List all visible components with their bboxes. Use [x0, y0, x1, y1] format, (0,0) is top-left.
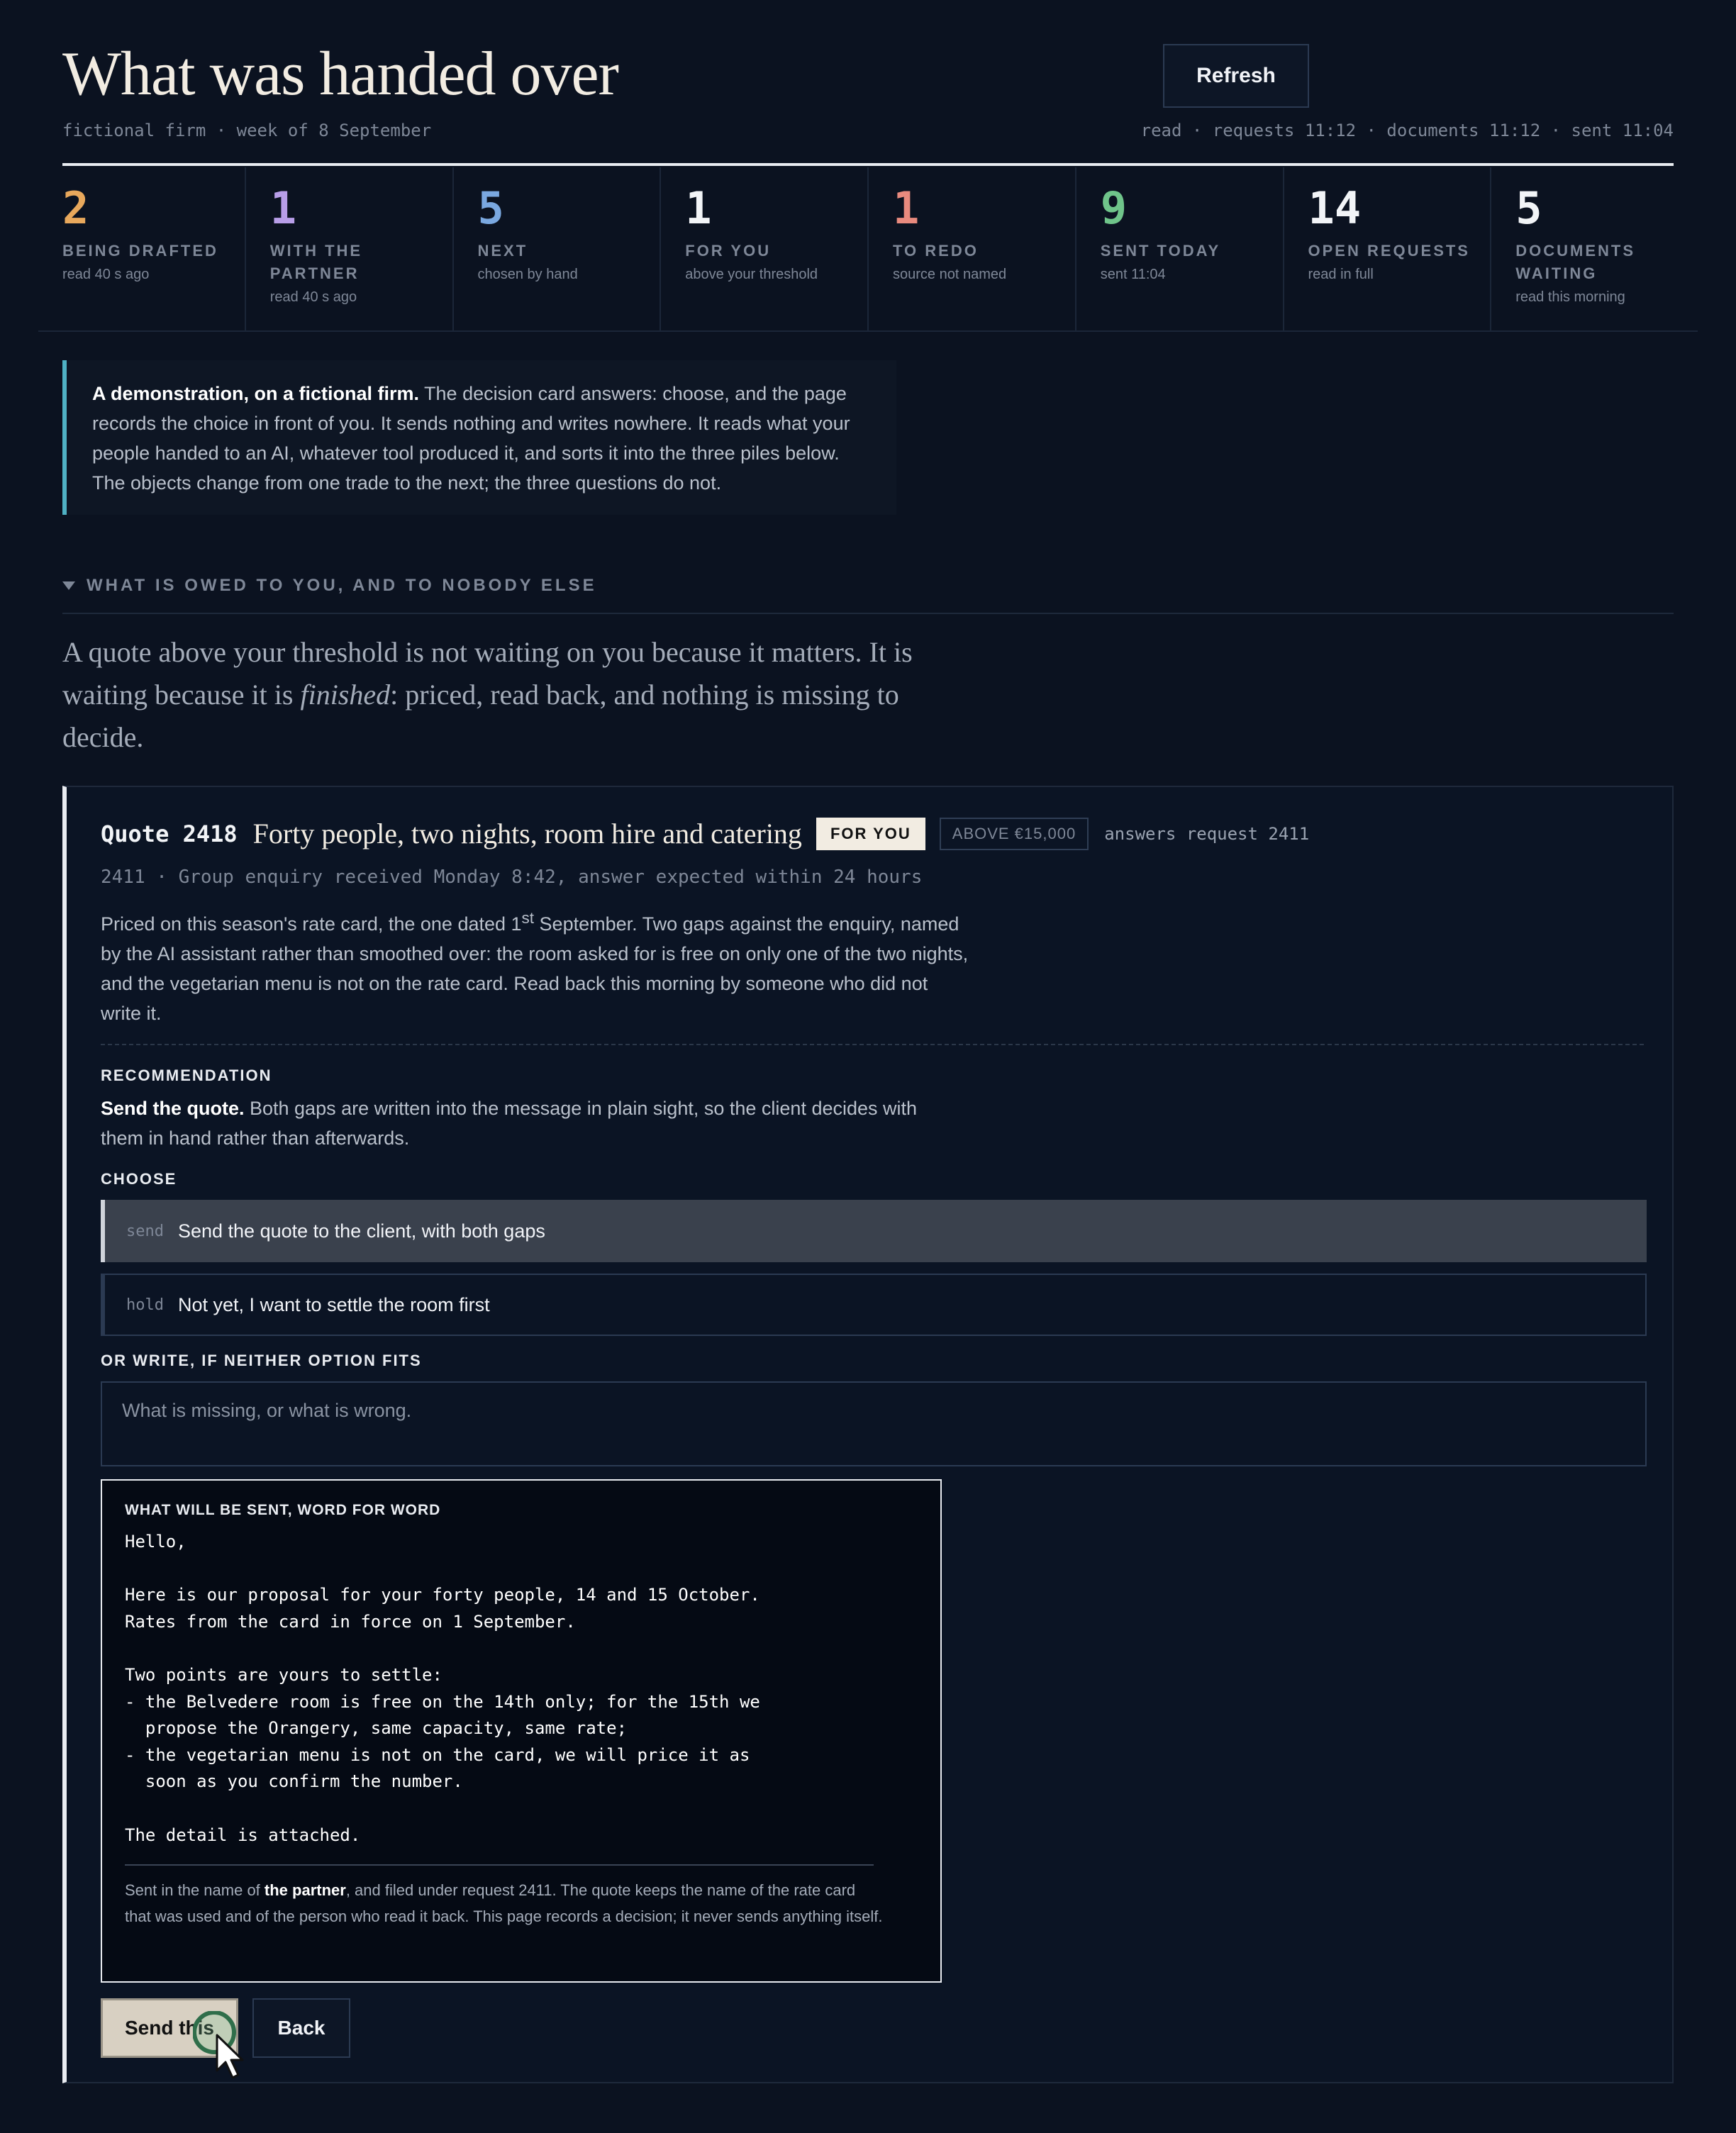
quote-name: Forty people, two nights, room hire and … — [252, 818, 802, 850]
stat-number: 1 — [269, 182, 297, 234]
stat-number: 1 — [685, 182, 712, 234]
section-rule — [62, 613, 1674, 614]
stat-sub: read in full — [1308, 267, 1374, 282]
stat-label: BEING DRAFTED — [62, 242, 218, 260]
option-key: hold — [126, 1296, 164, 1314]
option-label: Send the quote to the client, with both … — [177, 1220, 545, 1242]
demo-note: A demonstration, on a fictional firm. Th… — [62, 360, 896, 515]
caret-down-icon — [62, 581, 75, 590]
preview-heading: WHAT WILL BE SENT, WORD FOR WORD — [125, 1502, 441, 1518]
stat-sub: source not named — [893, 267, 1007, 282]
stat-number: 14 — [1308, 182, 1362, 234]
stat-being-drafted[interactable]: 2 BEING DRAFTED read 40 s ago — [38, 167, 246, 330]
section-toggle[interactable]: WHAT IS OWED TO YOU, AND TO NOBODY ELSE — [62, 576, 597, 596]
recommendation: Send the quote. Both gaps are written in… — [101, 1093, 952, 1153]
answers-request: answers request 2411 — [1104, 823, 1310, 844]
stat-label: FOR YOU — [685, 242, 772, 260]
preview-footnote: Sent in the name of the partner, and fil… — [125, 1877, 884, 1929]
stat-sub: above your threshold — [685, 267, 818, 282]
option-label: Not yet, I want to settle the room first — [177, 1293, 490, 1315]
stat-number: 5 — [477, 182, 504, 234]
stat-sent-today[interactable]: 9 SENT TODAY sent 11:04 — [1076, 167, 1284, 330]
stat-next[interactable]: 5 NEXT chosen by hand — [454, 167, 662, 330]
divider — [101, 1044, 1644, 1045]
stat-number: 9 — [1100, 182, 1128, 234]
card-title-row: Quote 2418 Forty people, two nights, roo… — [101, 817, 1309, 850]
note-bold: A demonstration, on a fictional firm. — [92, 383, 420, 404]
stat-open-requests[interactable]: 14 OPEN REQUESTS read in full — [1284, 167, 1492, 330]
stats-bar: 2 BEING DRAFTED read 40 s ago 1 WITH THE… — [38, 167, 1698, 332]
card-body: Priced on this season's rate card, the o… — [101, 903, 973, 1028]
stat-label: SENT TODAY — [1100, 242, 1221, 260]
back-button[interactable]: Back — [252, 1998, 350, 2058]
stat-sub: chosen by hand — [477, 267, 578, 282]
write-label: OR WRITE, IF NEITHER OPTION FITS — [101, 1352, 422, 1369]
quote-id: Quote 2418 — [101, 820, 238, 847]
card-meta: 2411 · Group enquiry received Monday 8:4… — [101, 867, 923, 888]
stat-label: DOCUMENTS WAITING — [1515, 242, 1636, 282]
stat-label: NEXT — [477, 242, 528, 260]
threshold-badge: ABOVE €15,000 — [939, 817, 1089, 850]
write-input[interactable]: What is missing, or what is wrong. — [101, 1381, 1647, 1466]
stat-with-partner[interactable]: 1 WITH THE PARTNER read 40 s ago — [246, 167, 454, 330]
mouse-cursor-icon — [193, 2011, 244, 2079]
stat-for-you[interactable]: 1 FOR YOU above your threshold — [661, 167, 869, 330]
stat-number: 5 — [1515, 182, 1542, 234]
stat-label: TO REDO — [893, 242, 979, 260]
section-lead: A quote above your threshold is not wait… — [62, 631, 956, 759]
stat-number: 1 — [893, 182, 920, 234]
choose-label: CHOOSE — [101, 1170, 177, 1188]
stat-sub: sent 11:04 — [1100, 267, 1166, 282]
stat-documents-waiting[interactable]: 5 DOCUMENTS WAITING read this morning — [1491, 167, 1698, 330]
stat-to-redo[interactable]: 1 TO REDO source not named — [869, 167, 1076, 330]
refresh-button[interactable]: Refresh — [1163, 44, 1309, 108]
lead-emphasis: finished — [300, 679, 391, 711]
decision-card: Quote 2418 Forty people, two nights, roo… — [62, 786, 1674, 2083]
page-subtitle: fictional firm · week of 8 September — [62, 121, 432, 140]
page-title: What was handed over — [62, 40, 619, 108]
option-hold[interactable]: hold Not yet, I want to settle the room … — [101, 1274, 1647, 1336]
preview-rule — [125, 1864, 874, 1866]
option-key: send — [126, 1222, 164, 1240]
stat-number: 2 — [62, 182, 89, 234]
stat-sub: read 40 s ago — [269, 289, 357, 305]
header-rule — [62, 163, 1674, 166]
for-you-badge: FOR YOU — [816, 817, 925, 850]
recommendation-label: RECOMMENDATION — [101, 1066, 272, 1084]
preview-body: Hello, Here is our proposal for your for… — [125, 1532, 760, 1845]
section-heading: WHAT IS OWED TO YOU, AND TO NOBODY ELSE — [87, 576, 597, 595]
body-text: Priced on this season's rate card, the o… — [101, 913, 522, 935]
body-sup: st — [521, 909, 535, 927]
foot-bold: the partner — [264, 1881, 346, 1900]
stat-sub: read this morning — [1515, 289, 1625, 305]
stat-sub: read 40 s ago — [62, 267, 150, 282]
stat-label: OPEN REQUESTS — [1308, 242, 1470, 260]
read-status: read · requests 11:12 · documents 11:12 … — [1140, 121, 1674, 140]
option-send[interactable]: send Send the quote to the client, with … — [101, 1200, 1647, 1262]
message-preview: WHAT WILL BE SENT, WORD FOR WORD Hello, … — [101, 1479, 942, 1983]
foot-text: Sent in the name of — [125, 1881, 265, 1900]
recommendation-bold: Send the quote. — [101, 1098, 245, 1119]
stat-label: WITH THE PARTNER — [269, 242, 363, 282]
